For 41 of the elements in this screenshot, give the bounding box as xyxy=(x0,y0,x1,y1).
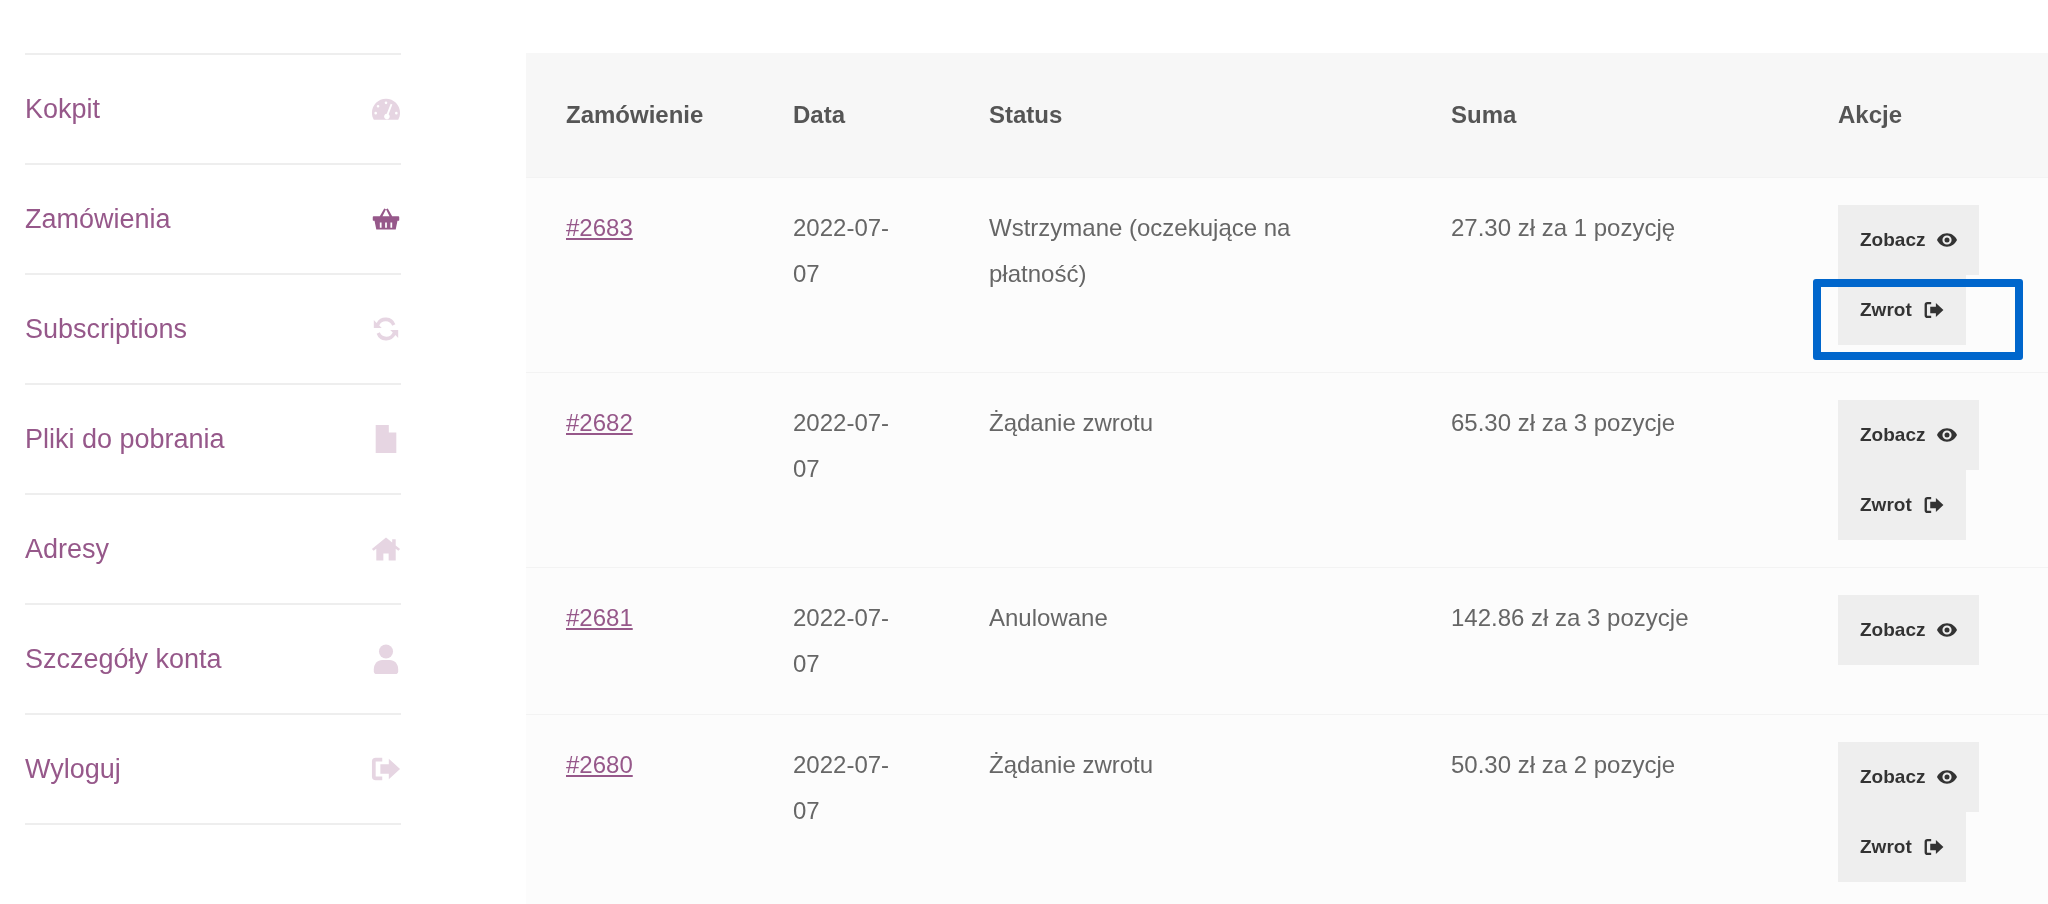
order-link[interactable]: #2682 xyxy=(566,409,633,436)
order-total: 27.30 zł za 1 pozycję xyxy=(1451,214,1676,241)
sign-out-icon xyxy=(1923,302,1944,318)
column-header: Data xyxy=(793,100,847,130)
sidebar-item[interactable]: Wyloguj xyxy=(25,713,401,823)
order-link[interactable]: #2681 xyxy=(566,604,633,631)
column-header: Akcje xyxy=(1838,100,1904,130)
sidebar-item[interactable]: Pliki do pobrania xyxy=(25,383,401,493)
sidebar-item[interactable]: Kokpit xyxy=(25,53,401,163)
order-link[interactable]: #2680 xyxy=(566,751,633,778)
order-date: 2022-07-07 xyxy=(793,603,891,679)
sidebar-item[interactable]: Zamówienia xyxy=(25,163,401,273)
column-header: Suma xyxy=(1451,100,1518,130)
column-header: Status xyxy=(989,100,1064,130)
view-button[interactable]: Zobacz xyxy=(1838,595,1980,665)
eye-icon xyxy=(1937,622,1958,638)
column-header: Zamówienie xyxy=(565,100,705,130)
order-date: 2022-07-07 xyxy=(793,213,891,289)
order-date: 2022-07-07 xyxy=(793,750,891,826)
order-status: Anulowane xyxy=(989,603,1108,633)
eye-icon xyxy=(1937,232,1958,248)
return-button[interactable]: Zwrot xyxy=(1838,470,1966,540)
order-status: Żądanie zwrotu xyxy=(989,408,1154,438)
view-button[interactable]: Zobacz xyxy=(1838,742,1980,812)
sidebar-item[interactable]: Szczegóły konta xyxy=(25,603,401,713)
order-total: 65.30 zł za 3 pozycje xyxy=(1451,409,1676,436)
view-button[interactable]: Zobacz xyxy=(1838,400,1980,470)
return-button[interactable]: Zwrot xyxy=(1838,812,1966,882)
order-status: Wstrzymane (oczekujące na płatność) xyxy=(989,213,1292,289)
sign-out-icon xyxy=(1923,839,1944,855)
order-date: 2022-07-07 xyxy=(793,408,891,484)
view-button[interactable]: Zobacz xyxy=(1838,205,1980,275)
sign-out-icon xyxy=(1923,497,1944,513)
sidebar-item[interactable]: Adresy xyxy=(25,493,401,603)
order-total: 142.86 zł za 3 pozycje xyxy=(1451,604,1689,631)
order-total: 50.30 zł za 2 pozycje xyxy=(1451,751,1676,778)
eye-icon xyxy=(1937,427,1958,443)
order-status: Żądanie zwrotu xyxy=(989,750,1154,780)
order-link[interactable]: #2683 xyxy=(566,214,633,241)
eye-icon xyxy=(1937,769,1958,785)
sidebar-item[interactable]: Subscriptions xyxy=(25,273,401,383)
